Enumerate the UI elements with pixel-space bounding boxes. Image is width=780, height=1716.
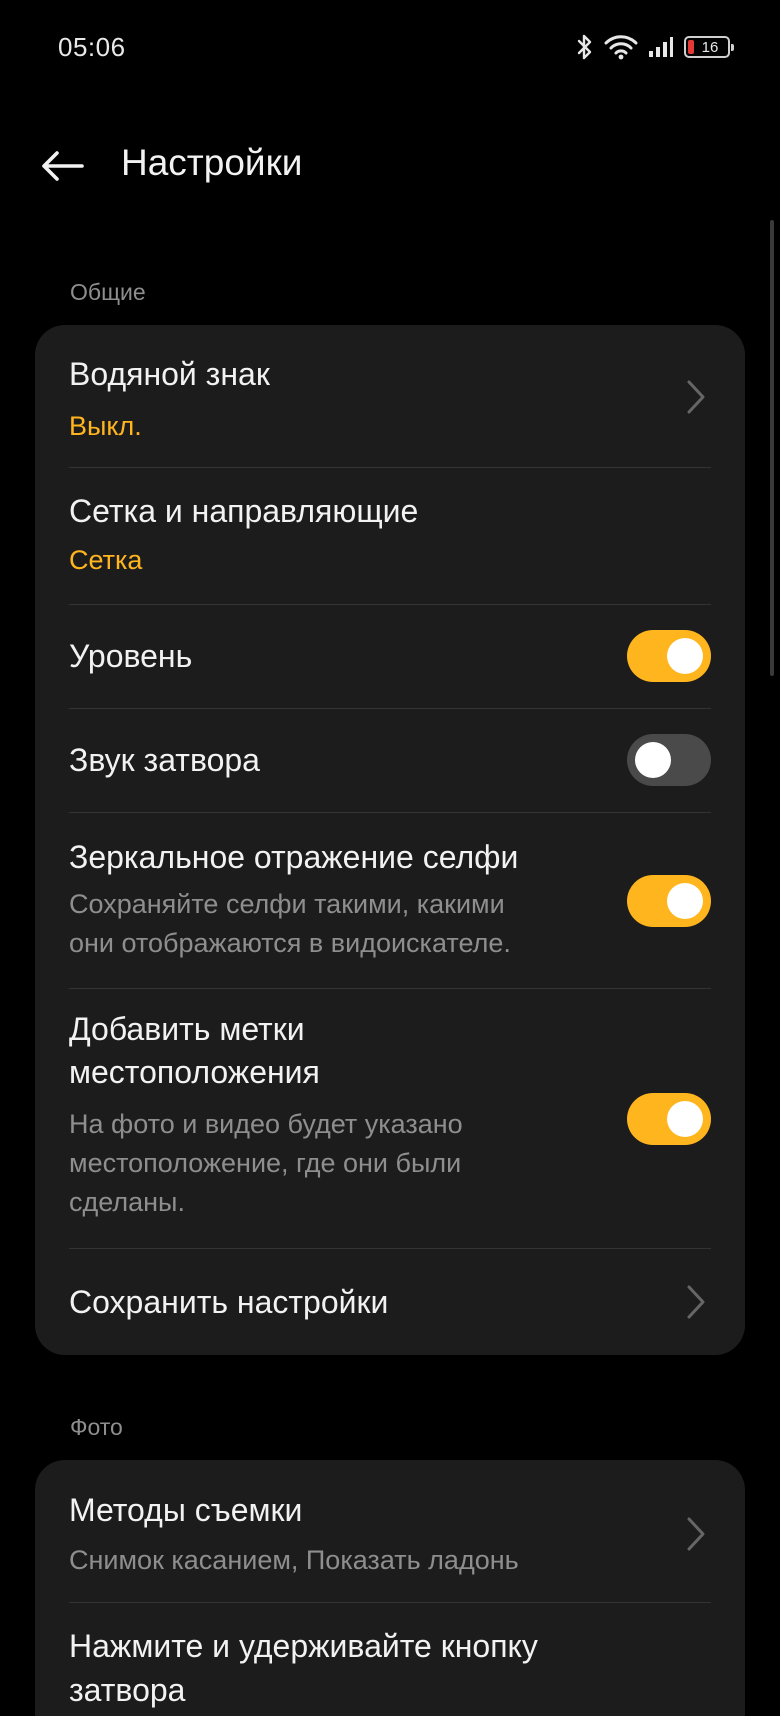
setting-title: Водяной знак xyxy=(69,356,270,392)
signal-icon xyxy=(648,36,674,58)
setting-title: Методы съемки xyxy=(69,1492,303,1528)
status-icons: 16 xyxy=(576,30,734,64)
toggle-knob xyxy=(667,1101,703,1137)
chevron-right-icon xyxy=(687,1285,705,1319)
setting-level[interactable]: Уровень xyxy=(35,605,745,708)
setting-watermark[interactable]: Водяной знак Выкл. xyxy=(35,325,745,467)
setting-value: Снимок касанием, Показать ладонь xyxy=(69,1545,519,1575)
status-time: 05:06 xyxy=(58,32,126,62)
setting-title: Уровень xyxy=(69,638,193,674)
setting-mirror-selfie[interactable]: Зеркальное отражение селфи Сохраняйте се… xyxy=(35,813,745,988)
camera-settings-screen: 05:06 16 Настройки Общие Водяной знак Вы… xyxy=(0,0,780,1716)
app-header: Настройки xyxy=(0,120,780,212)
setting-description-line: местоположение, где они были xyxy=(69,1148,462,1178)
wifi-icon xyxy=(604,34,638,60)
setting-location-tags[interactable]: Добавить метки местоположения На фото и … xyxy=(35,989,745,1249)
toggle-knob xyxy=(667,883,703,919)
setting-title-line: местоположения xyxy=(69,1054,320,1090)
toggle-knob xyxy=(667,638,703,674)
setting-title: Сетка и направляющие xyxy=(69,493,419,529)
bluetooth-icon xyxy=(576,33,594,61)
mirror-selfie-toggle[interactable] xyxy=(627,875,711,927)
back-button[interactable] xyxy=(34,140,90,196)
level-toggle[interactable] xyxy=(627,630,711,682)
setting-value: Выкл. xyxy=(69,411,142,441)
scrollbar[interactable] xyxy=(770,220,774,676)
toggle-knob xyxy=(635,742,671,778)
chevron-right-icon xyxy=(687,1517,705,1551)
setting-description-line: На фото и видео будет указано xyxy=(69,1109,463,1139)
status-bar: 05:06 16 xyxy=(0,0,780,94)
setting-grid[interactable]: Сетка и направляющие Сетка xyxy=(35,468,745,604)
setting-title: Зеркальное отражение селфи xyxy=(69,839,519,875)
setting-title: Звук затвора xyxy=(69,742,260,778)
setting-shutter-sound[interactable]: Звук затвора xyxy=(35,709,745,812)
chevron-right-icon xyxy=(687,380,705,414)
location-tags-toggle[interactable] xyxy=(627,1093,711,1145)
section-label-photo: Фото xyxy=(70,1414,123,1440)
page-title: Настройки xyxy=(121,142,303,183)
setting-shooting-methods[interactable]: Методы съемки Снимок касанием, Показать … xyxy=(35,1460,745,1602)
setting-title: Сохранить настройки xyxy=(69,1284,389,1320)
photo-settings-card: Методы съемки Снимок касанием, Показать … xyxy=(35,1460,745,1716)
setting-title-line: затвора xyxy=(69,1672,186,1708)
setting-title-line: Нажмите и удерживайте кнопку xyxy=(69,1628,538,1664)
setting-description-line: сделаны. xyxy=(69,1187,185,1217)
battery-percent: 16 xyxy=(701,38,719,56)
arrow-left-icon xyxy=(40,150,84,187)
setting-description-line: Сохраняйте селфи такими, какими xyxy=(69,889,505,919)
setting-value: Сетка xyxy=(69,545,143,575)
battery-icon: 16 xyxy=(684,36,734,58)
setting-description-line: они отображаются в видоискателе. xyxy=(69,928,511,958)
general-settings-card: Водяной знак Выкл. Сетка и направляющие … xyxy=(35,325,745,1355)
setting-hold-shutter[interactable]: Нажмите и удерживайте кнопку затвора xyxy=(35,1603,745,1716)
setting-title-line: Добавить метки xyxy=(69,1011,305,1047)
section-label-general: Общие xyxy=(70,279,146,305)
setting-save-settings[interactable]: Сохранить настройки xyxy=(35,1249,745,1355)
shutter-sound-toggle[interactable] xyxy=(627,734,711,786)
